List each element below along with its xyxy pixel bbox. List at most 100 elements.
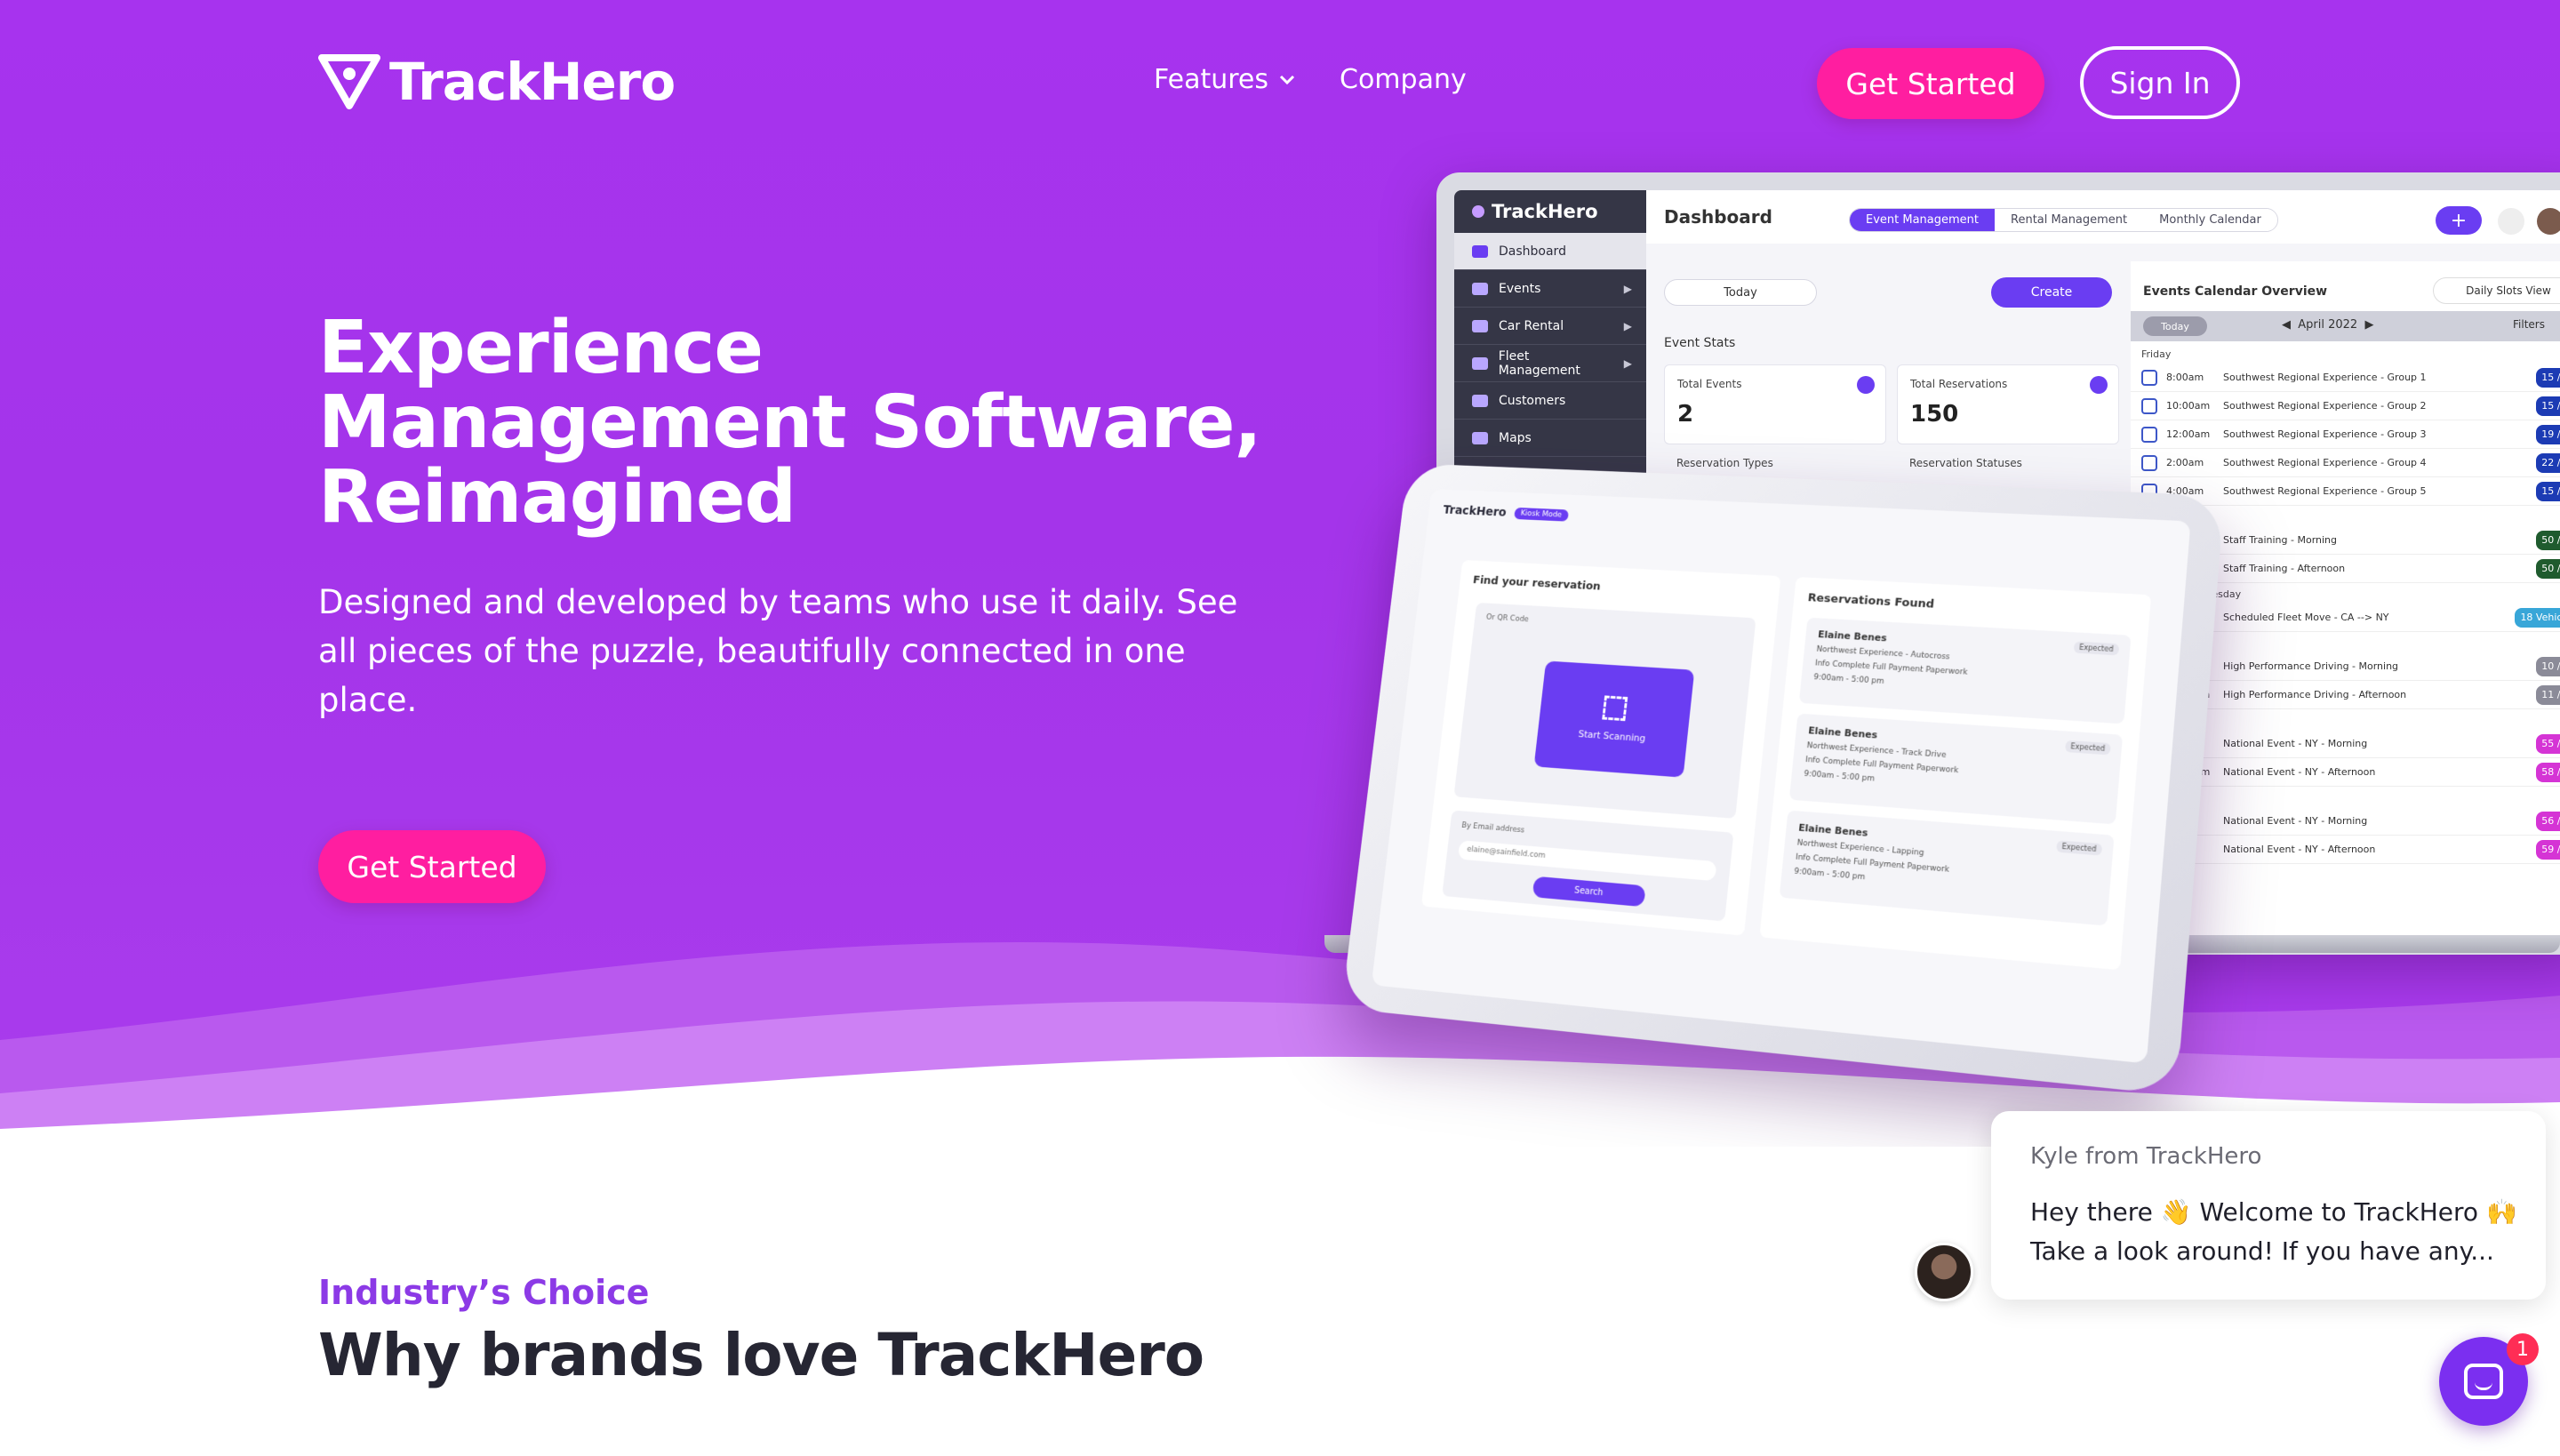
sidebar-item-fleet-management[interactable]: Fleet Management ▶ bbox=[1454, 345, 1646, 382]
reservation-card[interactable]: Elaine Benes Expected Northwest Experien… bbox=[1789, 714, 2123, 825]
total-reservations-value: 150 bbox=[1910, 401, 2106, 428]
slot-capacity-badge: 58 / 60 bbox=[2536, 763, 2560, 782]
sidebar-item-label: Customers bbox=[1499, 394, 1565, 408]
search-button[interactable]: Search bbox=[1532, 876, 1646, 908]
tab-monthly-calendar[interactable]: Monthly Calendar bbox=[2143, 209, 2277, 231]
create-button[interactable]: Create bbox=[1991, 277, 2112, 308]
calendar-event-icon bbox=[2141, 455, 2157, 471]
start-scanning-label: Start Scanning bbox=[1578, 728, 1646, 744]
reservations-found-title: Reservations Found bbox=[1807, 591, 1934, 611]
slot-capacity-badge: 15 / 25 bbox=[2536, 368, 2560, 388]
nav-company[interactable]: Company bbox=[1340, 64, 1467, 95]
today-button[interactable]: Today bbox=[1664, 279, 1817, 306]
app-topbar: Dashboard Event Management Rental Manage… bbox=[1646, 190, 2560, 244]
hero-title: Experience Management Software, Reimagin… bbox=[318, 311, 1296, 535]
nav-features[interactable]: Features bbox=[1154, 64, 1295, 95]
reservation-card[interactable]: Elaine Benes Expected Northwest Experien… bbox=[1799, 618, 2132, 724]
slot-name: Southwest Regional Experience - Group 3 bbox=[2223, 428, 2527, 440]
slot-capacity-badge: 15 / 25 bbox=[2536, 482, 2560, 501]
bell-icon[interactable] bbox=[2498, 208, 2524, 235]
tab-rental-management[interactable]: Rental Management bbox=[1995, 209, 2143, 231]
chat-bubble-icon bbox=[2464, 1364, 2503, 1399]
start-scanning-button[interactable]: Start Scanning bbox=[1534, 660, 1695, 777]
calendar-slot-row[interactable]: 8:00am Southwest Regional Experience - Gr… bbox=[2131, 364, 2560, 392]
map-icon bbox=[1472, 432, 1488, 444]
qr-code-label: Or QR Code bbox=[1485, 613, 1529, 624]
chat-agent-avatar bbox=[1915, 1243, 1973, 1301]
slot-name: National Event - NY - Morning bbox=[2223, 815, 2527, 827]
sign-in-button[interactable]: Sign In bbox=[2080, 46, 2240, 119]
tablet-mockup: TrackHero Kiosk Mode Find your reservati… bbox=[1341, 463, 2225, 1095]
slot-name: Southwest Regional Experience - Group 4 bbox=[2223, 457, 2527, 468]
arrow-right-icon[interactable] bbox=[2090, 376, 2108, 394]
slot-capacity-badge: 50 / 60 bbox=[2536, 531, 2560, 550]
logo-pin-icon bbox=[318, 54, 380, 109]
chevron-down-icon bbox=[1279, 75, 1295, 85]
filters-button[interactable]: Filters bbox=[2513, 318, 2545, 331]
calendar-slot-row[interactable]: 2:00am Southwest Regional Experience - Gr… bbox=[2131, 449, 2560, 477]
dashboard-icon bbox=[1472, 245, 1488, 258]
nav-company-label: Company bbox=[1340, 64, 1467, 95]
scan-frame-icon bbox=[1602, 695, 1628, 721]
app-page-title: Dashboard bbox=[1664, 206, 1772, 228]
slot-capacity-badge: 19 / 25 bbox=[2536, 425, 2560, 444]
avatar[interactable] bbox=[2537, 208, 2560, 235]
calendar-month[interactable]: ◀ April 2022 ▶ bbox=[2282, 318, 2373, 332]
slot-capacity-badge: 22 / 25 bbox=[2536, 453, 2560, 473]
sidebar-item-label: Events bbox=[1499, 282, 1540, 296]
slot-capacity-badge: 55 / 60 bbox=[2536, 734, 2560, 754]
slot-name: Staff Training - Morning bbox=[2223, 534, 2527, 546]
slot-name: National Event - NY - Afternoon bbox=[2223, 844, 2527, 855]
app-sidebar-brand: TrackHero bbox=[1454, 190, 1646, 233]
arrow-right-icon[interactable] bbox=[1857, 376, 1875, 394]
hero-section: TrackHero Features Company Get Started S… bbox=[0, 0, 2560, 1147]
sidebar-item-car-rental[interactable]: Car Rental ▶ bbox=[1454, 308, 1646, 345]
chevron-right-icon: ▶ bbox=[1624, 357, 1632, 370]
slot-name: Staff Training - Afternoon bbox=[2223, 563, 2527, 574]
email-field[interactable]: elaine@sainfield.com bbox=[1458, 840, 1717, 881]
reservation-card[interactable]: Elaine Benes Expected Northwest Experien… bbox=[1780, 811, 2115, 926]
sidebar-item-customers[interactable]: Customers bbox=[1454, 382, 1646, 420]
calendar-day-heading: Friday bbox=[2131, 343, 2560, 364]
kiosk-mode-chip: Kiosk Mode bbox=[1514, 508, 1569, 522]
chat-message-line-1: Hey there 👋 Welcome to TrackHero 🙌 bbox=[2030, 1193, 2528, 1232]
total-reservations-card[interactable]: Total Reservations 150 bbox=[1897, 364, 2119, 444]
slot-capacity-badge: 15 / 25 bbox=[2536, 396, 2560, 416]
slot-capacity-badge: 18 Vehicles bbox=[2515, 608, 2560, 628]
calendar-icon bbox=[1472, 283, 1488, 295]
slot-time: 12:00am bbox=[2166, 428, 2214, 440]
slot-name: High Performance Driving - Afternoon bbox=[2223, 689, 2527, 700]
chat-unread-badge: 1 bbox=[2507, 1333, 2539, 1365]
calendar-today-button[interactable]: Today bbox=[2143, 316, 2207, 336]
brand-logo[interactable]: TrackHero bbox=[318, 52, 675, 112]
hero-get-started-button[interactable]: Get Started bbox=[318, 830, 546, 903]
truck-icon bbox=[1472, 357, 1488, 370]
get-started-button[interactable]: Get Started bbox=[1817, 48, 2044, 119]
chat-message: Hey there 👋 Welcome to TrackHero 🙌 Take … bbox=[2030, 1193, 2528, 1271]
tablet-screen: TrackHero Kiosk Mode Find your reservati… bbox=[1372, 489, 2191, 1064]
total-events-value: 2 bbox=[1677, 401, 1873, 428]
total-events-label: Total Events bbox=[1677, 378, 1873, 390]
sidebar-item-dashboard[interactable]: Dashboard bbox=[1454, 233, 1646, 270]
hero-subtitle: Designed and developed by teams who use … bbox=[318, 578, 1243, 724]
hero-title-line-3: Reimagined bbox=[318, 455, 796, 540]
calendar-slot-row[interactable]: 10:00am Southwest Regional Experience - G… bbox=[2131, 392, 2560, 420]
nav-features-label: Features bbox=[1154, 64, 1268, 95]
calendar-event-icon bbox=[2141, 398, 2157, 414]
sidebar-item-label: Car Rental bbox=[1499, 319, 1564, 333]
qr-code-area: Or QR Code Start Scanning bbox=[1453, 603, 1756, 819]
find-reservation-panel: Find your reservation Or QR Code Start S… bbox=[1421, 560, 1781, 936]
app-logo-icon bbox=[1472, 205, 1484, 218]
chat-sender: Kyle from TrackHero bbox=[2030, 1143, 2261, 1170]
add-button[interactable]: + bbox=[2436, 206, 2482, 235]
total-events-card[interactable]: Total Events 2 bbox=[1664, 364, 1886, 444]
sidebar-item-events[interactable]: Events ▶ bbox=[1454, 270, 1646, 308]
sidebar-item-label: Dashboard bbox=[1499, 244, 1566, 259]
calendar-slot-row[interactable]: 12:00am Southwest Regional Experience - G… bbox=[2131, 420, 2560, 449]
tab-event-management[interactable]: Event Management bbox=[1850, 209, 1995, 231]
chat-preview-card[interactable]: Kyle from TrackHero Hey there 👋 Welcome … bbox=[1991, 1111, 2546, 1300]
sidebar-item-maps[interactable]: Maps bbox=[1454, 420, 1646, 457]
daily-slots-view-select[interactable]: Daily Slots View bbox=[2433, 277, 2560, 304]
chevron-right-icon: ▶ bbox=[1624, 320, 1632, 332]
reservations-found-panel: Reservations Found Elaine Benes Expected… bbox=[1759, 577, 2151, 970]
